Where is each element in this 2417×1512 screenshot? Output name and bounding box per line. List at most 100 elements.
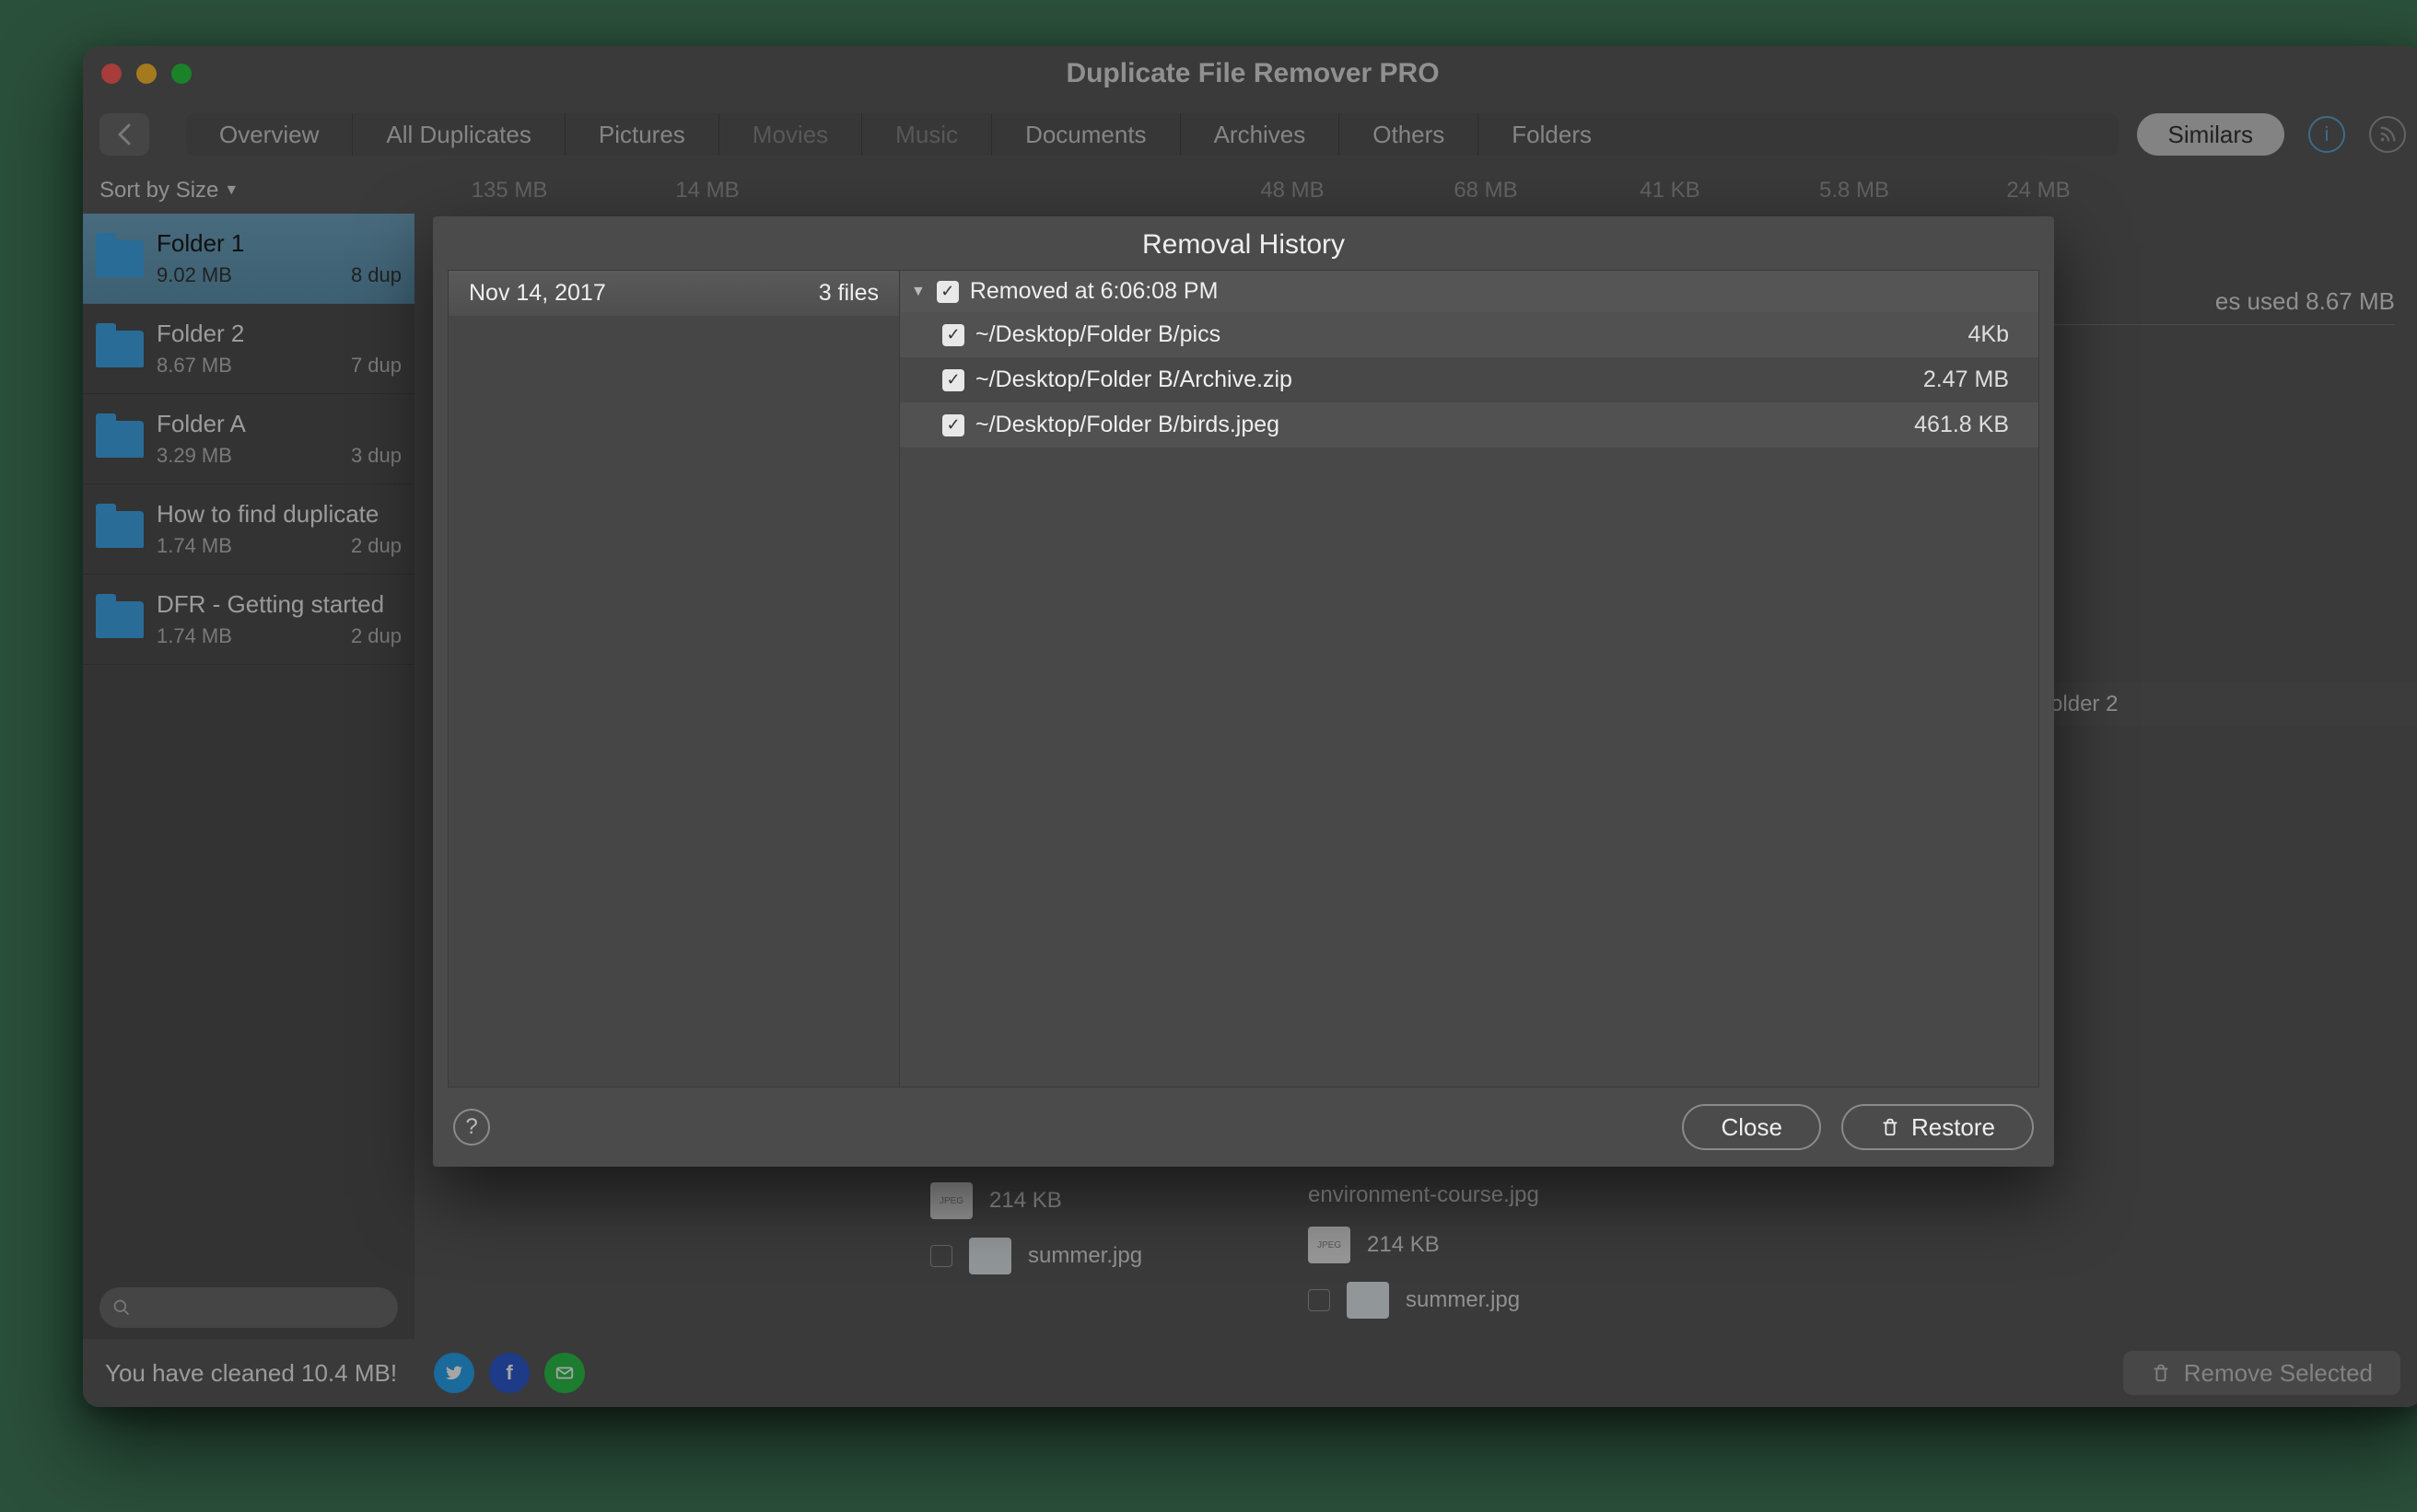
file-size: 4Kb xyxy=(1968,321,2027,348)
list-item[interactable]: environment-course.jpg xyxy=(1308,1182,1539,1208)
toolbar: Overview All Duplicates Pictures Movies … xyxy=(83,101,2417,168)
file-path: ~/Desktop/Folder B/Archive.zip xyxy=(975,366,1912,393)
twitter-glyph-icon xyxy=(444,1363,464,1383)
size-folders: 5.8 MB xyxy=(1762,178,1946,204)
tab-folders[interactable]: Folders xyxy=(1478,113,1625,156)
trash-icon xyxy=(2151,1362,2171,1384)
tab-similars[interactable]: Similars xyxy=(2137,113,2284,156)
list-item[interactable]: JPEG 214 KB xyxy=(1308,1227,1539,1263)
file-path: ~/Desktop/Folder B/birds.jpeg xyxy=(975,412,1903,438)
tab-movies[interactable]: Movies xyxy=(719,113,862,156)
usage-text: es used 8.67 MB xyxy=(2215,287,2395,316)
sidebar-item-howto[interactable]: How to find duplicate 1.74 MB2 dup xyxy=(83,484,415,575)
close-window-icon[interactable] xyxy=(101,64,122,84)
thumbnail-row: JPEG 214 KB summer.jpg environment-cours… xyxy=(930,1182,2395,1339)
status-text: You have cleaned 10.4 MB! xyxy=(105,1359,397,1388)
tab-overview[interactable]: Overview xyxy=(186,113,353,156)
chevron-left-icon xyxy=(116,123,133,145)
sidebar-item-label: DFR - Getting started xyxy=(157,590,402,619)
checkbox[interactable]: ✓ xyxy=(937,281,959,303)
sidebar-item-folder-2[interactable]: Folder 2 8.67 MB7 dup xyxy=(83,304,415,394)
tab-others[interactable]: Others xyxy=(1339,113,1478,156)
mail-icon[interactable] xyxy=(544,1353,585,1393)
chevron-down-icon: ▼ xyxy=(224,182,239,199)
session-row[interactable]: Nov 14, 2017 3 files xyxy=(449,271,899,316)
size-pictures: 14 MB xyxy=(611,178,804,204)
sidebar-item-folder-1[interactable]: Folder 1 9.02 MB8 dup xyxy=(83,214,415,304)
checkbox[interactable]: ✓ xyxy=(942,369,964,391)
folder-icon xyxy=(96,511,144,548)
search-icon xyxy=(112,1298,131,1317)
sort-label: Sort by Size xyxy=(99,178,218,204)
rss-glyph-icon xyxy=(2377,124,2398,145)
file-row[interactable]: ✓ ~/Desktop/Folder B/pics 4Kb xyxy=(900,312,2038,357)
tab-music[interactable]: Music xyxy=(862,113,992,156)
size-documents: 48 MB xyxy=(1191,178,1394,204)
group-label: Removed at 6:06:08 PM xyxy=(970,278,1219,305)
help-button[interactable]: ? xyxy=(453,1109,490,1146)
close-button[interactable]: Close xyxy=(1682,1104,1820,1150)
group-header[interactable]: ▼ ✓ Removed at 6:06:08 PM xyxy=(900,271,2038,312)
image-icon xyxy=(969,1238,1011,1274)
size-similars: 24 MB xyxy=(1946,178,2131,204)
app-window: Duplicate File Remover PRO Overview All … xyxy=(83,46,2417,1407)
sidebar-item-folder-a[interactable]: Folder A 3.29 MB3 dup xyxy=(83,394,415,484)
image-icon: JPEG xyxy=(1308,1227,1350,1263)
checkbox[interactable] xyxy=(1308,1289,1330,1311)
file-row[interactable]: ✓ ~/Desktop/Folder B/birds.jpeg 461.8 KB xyxy=(900,402,2038,448)
social-buttons: f xyxy=(434,1353,585,1393)
dialog-title: Removal History xyxy=(433,216,2054,270)
checkbox[interactable]: ✓ xyxy=(942,414,964,436)
session-count: 3 files xyxy=(819,280,879,307)
zoom-window-icon[interactable] xyxy=(171,64,192,84)
tab-documents[interactable]: Documents xyxy=(992,113,1181,156)
size-all: 135 MB xyxy=(408,178,611,204)
sidebar-item-dfr[interactable]: DFR - Getting started 1.74 MB2 dup xyxy=(83,575,415,665)
size-archives: 68 MB xyxy=(1394,178,1578,204)
mail-glyph-icon xyxy=(555,1363,575,1383)
sidebar-item-label: Folder A xyxy=(157,410,402,438)
checkbox[interactable] xyxy=(930,1245,952,1267)
minimize-window-icon[interactable] xyxy=(136,64,157,84)
info-icon[interactable]: i xyxy=(2308,116,2345,153)
image-icon xyxy=(1347,1282,1389,1319)
list-item[interactable]: summer.jpg xyxy=(1308,1282,1539,1319)
remove-selected-button[interactable]: Remove Selected xyxy=(2123,1351,2400,1395)
category-sizes-row: Sort by Size ▼ 135 MB 14 MB 48 MB 68 MB … xyxy=(83,168,2417,214)
file-size: 2.47 MB xyxy=(1923,366,2027,393)
folder-icon xyxy=(96,421,144,458)
file-path: ~/Desktop/Folder B/pics xyxy=(975,321,1957,348)
facebook-icon[interactable]: f xyxy=(489,1353,530,1393)
sort-button[interactable]: Sort by Size ▼ xyxy=(99,178,408,204)
rss-icon[interactable] xyxy=(2369,116,2406,153)
file-row[interactable]: ✓ ~/Desktop/Folder B/Archive.zip 2.47 MB xyxy=(900,357,2038,402)
checkbox[interactable]: ✓ xyxy=(942,324,964,346)
app-title: Duplicate File Remover PRO xyxy=(83,58,2417,89)
folder-icon xyxy=(96,331,144,367)
window-controls xyxy=(101,64,192,84)
restore-button[interactable]: Restore xyxy=(1841,1104,2034,1150)
disclosure-triangle-icon[interactable]: ▼ xyxy=(911,284,926,300)
folder-icon xyxy=(96,601,144,638)
tab-all-duplicates[interactable]: All Duplicates xyxy=(353,113,566,156)
list-item[interactable]: summer.jpg xyxy=(930,1238,1142,1274)
tab-pictures[interactable]: Pictures xyxy=(566,113,719,156)
file-size: 461.8 KB xyxy=(1914,412,2027,438)
removed-files-list: ▼ ✓ Removed at 6:06:08 PM ✓ ~/Desktop/Fo… xyxy=(900,271,2038,1087)
list-item[interactable]: JPEG 214 KB xyxy=(930,1182,1142,1219)
sidebar-item-label: Folder 2 xyxy=(157,320,402,348)
image-icon: JPEG xyxy=(930,1182,973,1219)
session-date: Nov 14, 2017 xyxy=(469,280,606,307)
back-button[interactable] xyxy=(99,113,149,156)
dialog-footer: ? Close Restore xyxy=(433,1087,2054,1167)
trash-restore-icon xyxy=(1880,1116,1900,1138)
tab-archives[interactable]: Archives xyxy=(1181,113,1340,156)
titlebar: Duplicate File Remover PRO xyxy=(83,46,2417,101)
search-input[interactable] xyxy=(99,1287,398,1328)
sidebar-item-label: Folder 1 xyxy=(157,229,402,258)
folder-icon xyxy=(96,240,144,277)
twitter-icon[interactable] xyxy=(434,1353,474,1393)
category-tabs: Overview All Duplicates Pictures Movies … xyxy=(186,113,2119,156)
footer: You have cleaned 10.4 MB! f Remove Selec… xyxy=(83,1339,2417,1407)
removal-history-dialog: Removal History Nov 14, 2017 3 files ▼ ✓… xyxy=(433,216,2054,1167)
